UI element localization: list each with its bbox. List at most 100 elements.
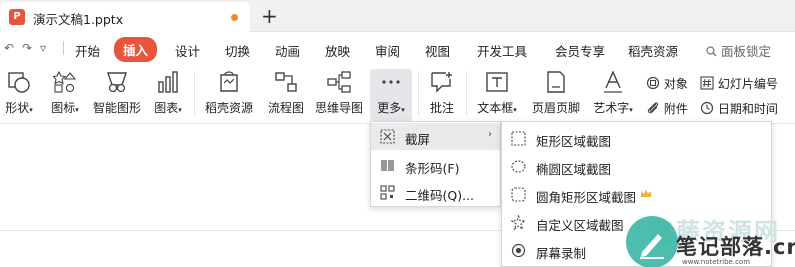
submenu-arrow-icon: › (488, 129, 492, 140)
redo-icon[interactable]: ↷ (22, 41, 32, 55)
rectangle-select-icon (511, 131, 526, 146)
menu-item-label: 屏幕录制 (536, 246, 587, 261)
chart-label: 图表 (154, 101, 179, 115)
undo-icon[interactable]: ↶ (4, 41, 14, 55)
wordart-icon (604, 71, 622, 93)
menu-item-label: 条形码(F) (405, 161, 460, 176)
mindmap-icon (327, 71, 351, 93)
document-tab[interactable]: P 演示文稿1.pptx (0, 2, 250, 32)
quick-access-dropdown-icon[interactable]: ▿ (40, 41, 46, 55)
menu-item-qrcode[interactable]: 二维码(Q)... (371, 179, 500, 206)
watermark: 路藤资源网 笔记部落.cn www.notetribe.com (626, 212, 795, 267)
ellipse-select-icon (511, 160, 526, 173)
tab-review[interactable]: 审阅 (375, 41, 400, 60)
shapes-button[interactable]: 形状▾ (0, 71, 38, 116)
hash-icon (700, 76, 714, 90)
shapes-icon (8, 72, 30, 93)
tab-home[interactable]: 开始 (75, 41, 100, 60)
rounded-rect-select-icon (511, 187, 526, 202)
new-tab-plus-icon[interactable]: + (261, 4, 278, 28)
mindmap-button[interactable]: 思维导图 (313, 71, 365, 116)
attachment-label: 附件 (663, 102, 688, 116)
smart-graphic-icon (107, 72, 127, 93)
header-footer-label: 页眉页脚 (531, 101, 580, 115)
object-label: 对象 (663, 77, 688, 91)
ribbon-divider (194, 71, 195, 115)
more-label: 更多 (377, 101, 402, 115)
textbox-button[interactable]: 文本框▾ (472, 71, 522, 116)
document-name: 演示文稿1.pptx (33, 12, 124, 27)
tab-slideshow[interactable]: 放映 (325, 41, 350, 60)
menu-item-barcode[interactable]: 条形码(F) (371, 152, 500, 179)
more-dropdown-menu: 截屏 › 条形码(F) 二维码(Q)... (370, 121, 501, 207)
menu-item-label: 截屏 (405, 132, 431, 147)
textbox-icon (486, 72, 508, 92)
slide-number-label: 幻灯片编号 (717, 77, 778, 91)
textbox-label: 文本框 (477, 101, 514, 115)
tab-view[interactable]: 视图 (425, 41, 450, 60)
icons-icon (53, 71, 77, 93)
barcode-icon (381, 160, 394, 171)
comment-label: 批注 (429, 101, 454, 115)
slide-number-button[interactable]: 幻灯片编号 (700, 75, 778, 92)
docer-resource-label: 稻壳资源 (204, 101, 253, 115)
menu-item-label: 自定义区域截图 (536, 218, 624, 233)
smartart-button[interactable]: 智能图形 (91, 71, 143, 116)
qrcode-icon (380, 185, 395, 200)
docer-bag-icon (220, 71, 238, 92)
wordart-label: 艺术字 (593, 101, 630, 115)
date-time-label: 日期和时间 (717, 102, 778, 116)
object-icon (646, 76, 660, 90)
tab-docer[interactable]: 稻壳资源 (628, 41, 678, 60)
bar-chart-icon (158, 71, 178, 93)
tab-animation[interactable]: 动画 (275, 41, 300, 60)
wordart-button[interactable]: 艺术字▾ (588, 71, 638, 116)
flowchart-button[interactable]: 流程图 (265, 71, 307, 116)
menu-item-label: 圆角矩形区域截图 (536, 190, 637, 205)
tab-developer[interactable]: 开发工具 (477, 41, 527, 60)
watermark-logo-icon (626, 216, 678, 267)
clock-icon (700, 101, 714, 115)
panel-lock-button[interactable]: 面板锁定 (706, 41, 771, 60)
icons-label: 图标 (51, 101, 76, 115)
shapes-label: 形状 (5, 101, 30, 115)
ribbon-divider (466, 71, 467, 115)
mindmap-label: 思维导图 (314, 101, 363, 115)
menu-item-rect-screenshot[interactable]: 矩形区域截图 (502, 125, 771, 152)
docer-resource-button[interactable]: 稻壳资源 (203, 71, 255, 116)
chart-button[interactable]: 图表▾ (149, 71, 187, 116)
panel-lock-label: 面板锁定 (720, 44, 771, 59)
custom-shape-select-icon (511, 215, 526, 230)
ribbon-divider (418, 71, 419, 115)
flowchart-label: 流程图 (267, 101, 304, 115)
tab-insert[interactable]: 插入 (114, 37, 158, 62)
menu-item-label: 二维码(Q)... (405, 188, 475, 203)
paperclip-icon (647, 102, 659, 114)
menu-item-ellipse-screenshot[interactable]: 椭圆区域截图 (502, 153, 771, 180)
date-time-button[interactable]: 日期和时间 (700, 100, 778, 117)
more-dots-icon (382, 80, 400, 84)
menu-item-label: 椭圆区域截图 (536, 162, 612, 177)
more-button[interactable]: 更多▾ (370, 69, 412, 121)
screen-record-icon (511, 243, 526, 258)
object-button[interactable]: 对象 (646, 75, 688, 92)
tab-design[interactable]: 设计 (175, 41, 200, 60)
comment-button[interactable]: 批注 (424, 71, 460, 116)
tab-member[interactable]: 会员专享 (555, 41, 605, 60)
menu-item-screenshot[interactable]: 截屏 › (371, 123, 500, 150)
menu-item-label: 矩形区域截图 (536, 134, 612, 149)
watermark-url: www.notetribe.com (682, 258, 751, 266)
tab-transitions[interactable]: 切换 (225, 41, 250, 60)
icons-button[interactable]: 图标▾ (46, 71, 84, 116)
menu-bar: ↶ ↷ ▿ 开始 插入 设计 切换 动画 放映 审阅 视图 开发工具 会员专享 … (0, 33, 795, 63)
header-footer-icon (547, 71, 565, 93)
menu-item-rounded-screenshot[interactable]: 圆角矩形区域截图 (502, 181, 771, 208)
watermark-text: 笔记部落.cn (676, 235, 795, 259)
attachment-button[interactable]: 附件 (646, 100, 688, 117)
screenshot-scissors-icon (380, 129, 395, 144)
smartart-label: 智能图形 (92, 101, 141, 115)
title-bar: P 演示文稿1.pptx + (0, 0, 795, 32)
search-icon (706, 46, 717, 57)
menu-divider (63, 41, 64, 55)
header-footer-button[interactable]: 页眉页脚 (530, 71, 582, 116)
